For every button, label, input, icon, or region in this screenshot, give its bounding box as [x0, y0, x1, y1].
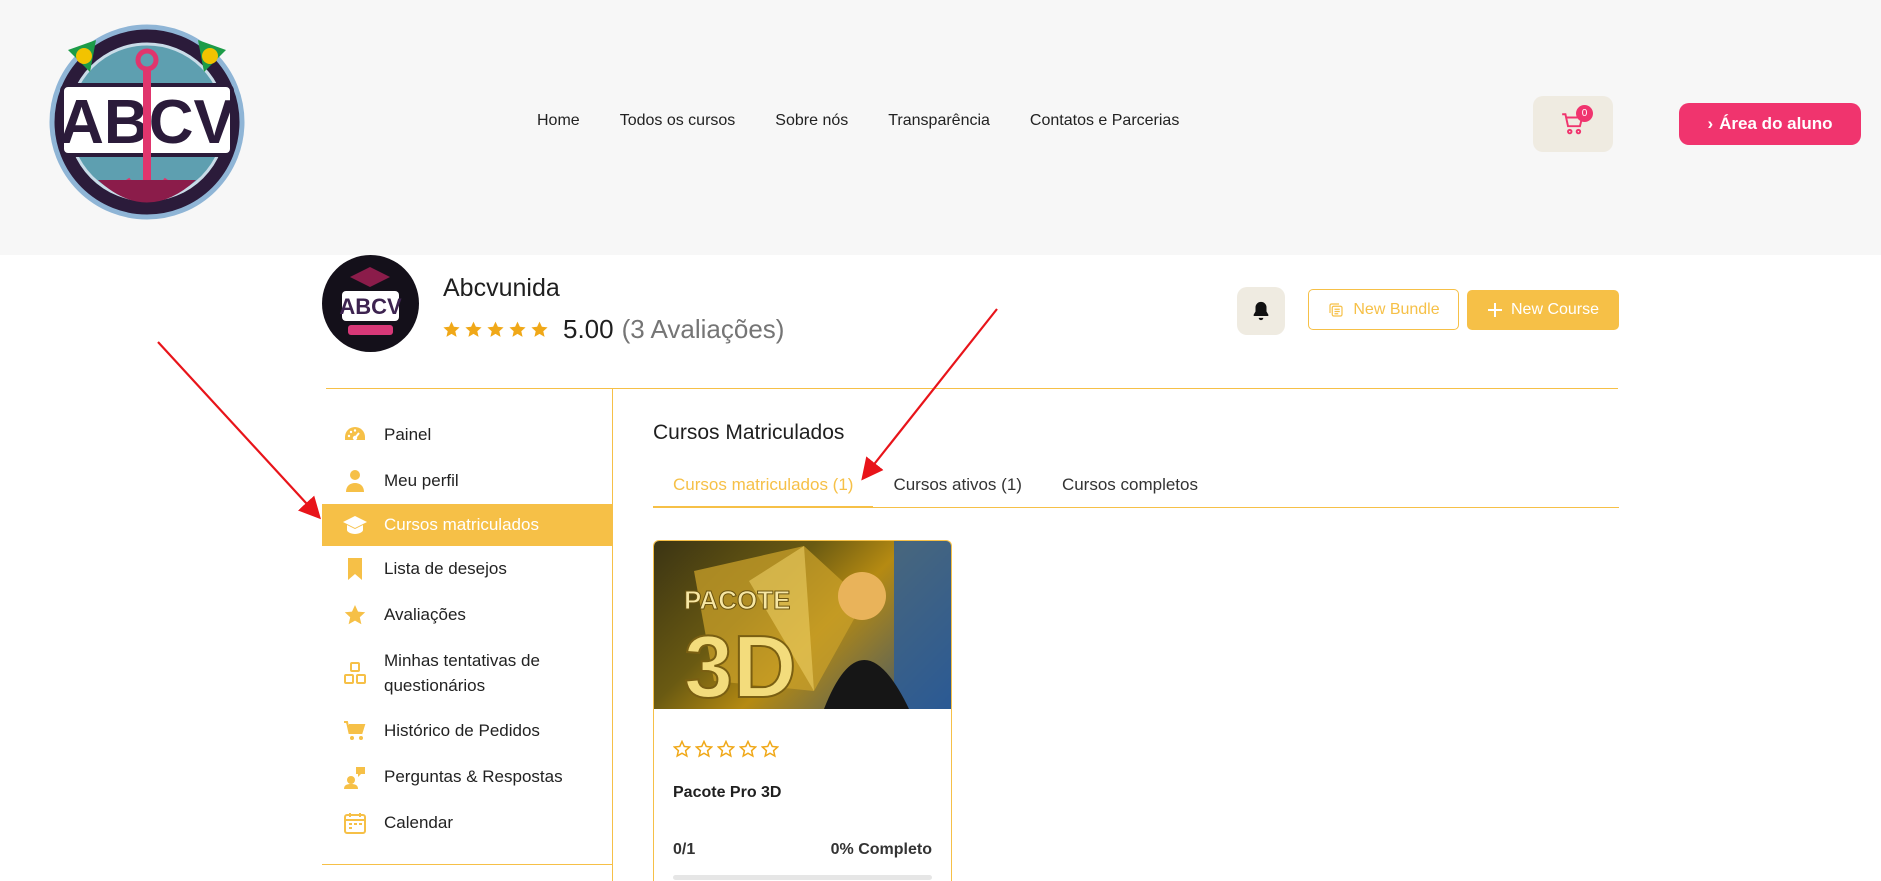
sidebar-item-perguntas-respostas[interactable]: Perguntas & Respostas	[322, 754, 612, 800]
plus-icon	[1487, 303, 1502, 317]
tab-cursos-matriculados[interactable]: Cursos matriculados (1)	[653, 465, 874, 508]
sidebar-item-label: Lista de desejos	[384, 559, 507, 578]
cart-button[interactable]: 0	[1533, 96, 1613, 152]
star-filled-icon	[509, 321, 526, 337]
sidebar-item-label: Perguntas & Respostas	[384, 767, 563, 786]
sidebar-item-cursos-matriculados[interactable]: Cursos matriculados	[322, 504, 612, 546]
calendar-icon	[342, 810, 368, 836]
course-progress-bar	[673, 875, 932, 880]
sidebar-item-calendar[interactable]: Calendar	[322, 800, 612, 846]
bookmark-icon	[342, 556, 368, 582]
star-outline-icon	[739, 740, 757, 758]
course-thumbnail[interactable]: PACOTE 3D	[654, 541, 951, 709]
profile-rating: 5.00 (3 Avaliações)	[442, 314, 784, 345]
tab-cursos-ativos[interactable]: Cursos ativos (1)	[873, 465, 1041, 508]
rating-stars	[442, 320, 549, 339]
course-progress-count: 0/1	[673, 841, 696, 858]
sidebar-item-label: Histórico de Pedidos	[384, 721, 540, 740]
new-bundle-button[interactable]: New Bundle	[1308, 289, 1459, 330]
sidebar-item-painel[interactable]: Painel	[322, 412, 612, 458]
sidebar-item-meu-perfil[interactable]: Meu perfil	[322, 458, 612, 504]
profile-name: Abcvunida	[443, 274, 560, 302]
sidebar-bottom-divider	[322, 864, 612, 865]
sidebar-item-historico-pedidos[interactable]: Histórico de Pedidos	[322, 708, 612, 754]
star-filled-icon	[465, 321, 482, 337]
sidebar-item-tentativas-questionarios[interactable]: Minhas tentativas de questionários	[322, 638, 612, 708]
course-card[interactable]: PACOTE 3D Pacote Pro 3D 0/1 0% Completo	[653, 540, 952, 881]
nav-all-courses[interactable]: Todos os cursos	[620, 112, 736, 130]
abcv-academy-avatar: ABCV	[322, 255, 419, 352]
rating-value: 5.00	[563, 314, 614, 344]
user-icon	[342, 468, 368, 494]
star-outline-icon	[761, 740, 779, 758]
cart-count-badge: 0	[1576, 105, 1593, 122]
annotation-arrow-sidebar	[157, 341, 321, 520]
avatar: ABCV	[322, 255, 419, 352]
student-area-button[interactable]: › Área do aluno	[1679, 103, 1861, 145]
sidebar-item-label: Minhas tentativas de questionários	[384, 651, 540, 695]
star-icon	[342, 602, 368, 628]
dashboard-sidebar: Painel Meu perfil Cursos matriculados Li…	[322, 412, 612, 846]
new-course-button[interactable]: New Course	[1467, 290, 1619, 330]
course-title[interactable]: Pacote Pro 3D	[673, 784, 781, 802]
star-outline-icon	[717, 740, 735, 758]
sidebar-divider	[612, 388, 613, 881]
page-title: Cursos Matriculados	[653, 421, 845, 444]
sidebar-item-avaliacoes[interactable]: Avaliações	[322, 592, 612, 638]
star-filled-icon	[443, 321, 460, 337]
abcv-association-logo[interactable]: ABCV	[38, 10, 256, 236]
main-nav: Home Todos os cursos Sobre nós Transparê…	[537, 112, 1179, 130]
tab-cursos-completos[interactable]: Cursos completos	[1042, 465, 1218, 508]
quiz-icon	[342, 660, 368, 686]
sidebar-item-label: Avaliações	[384, 605, 466, 624]
nav-about[interactable]: Sobre nós	[775, 112, 848, 130]
student-area-label: Área do aluno	[1719, 114, 1833, 133]
bell-icon	[1253, 301, 1269, 321]
question-answer-icon	[342, 764, 368, 790]
star-filled-icon	[531, 321, 548, 337]
rating-count: (3 Avaliações)	[621, 314, 785, 344]
nav-contacts[interactable]: Contatos e Parcerias	[1030, 112, 1179, 130]
svg-text:ABCV: ABCV	[339, 294, 402, 319]
sidebar-item-label: Meu perfil	[384, 471, 459, 490]
sidebar-item-label: Cursos matriculados	[384, 515, 539, 534]
nav-home[interactable]: Home	[537, 112, 580, 130]
new-bundle-label: New Bundle	[1353, 300, 1440, 318]
dashboard-icon	[342, 422, 368, 448]
sidebar-item-label: Calendar	[384, 813, 453, 832]
thumbnail-text-pacote: PACOTE	[684, 585, 790, 615]
new-course-label: New Course	[1510, 301, 1600, 318]
star-filled-icon	[487, 321, 504, 337]
star-outline-icon	[673, 740, 691, 758]
graduation-cap-icon	[342, 512, 368, 538]
course-thumbnail-art: PACOTE 3D	[683, 541, 951, 709]
chevron-right-icon: ›	[1707, 114, 1714, 133]
bundle-icon	[1329, 302, 1343, 317]
course-progress-label: 0% Completo	[830, 841, 932, 858]
annotation-arrow-tab	[861, 308, 998, 481]
notifications-button[interactable]	[1237, 287, 1285, 335]
nav-transparency[interactable]: Transparência	[888, 112, 990, 130]
divider	[326, 388, 1618, 389]
sidebar-item-lista-de-desejos[interactable]: Lista de desejos	[322, 546, 612, 592]
course-tabs: Cursos matriculados (1) Cursos ativos (1…	[653, 465, 1619, 508]
sidebar-item-label: Painel	[384, 425, 432, 444]
star-outline-icon	[695, 740, 713, 758]
cart-icon	[342, 718, 368, 744]
course-rating-stars	[673, 740, 779, 758]
site-header: ABCV Home Todos os cursos Sobre nós Tran…	[0, 0, 1881, 255]
thumbnail-text-3d: 3D	[684, 617, 797, 709]
